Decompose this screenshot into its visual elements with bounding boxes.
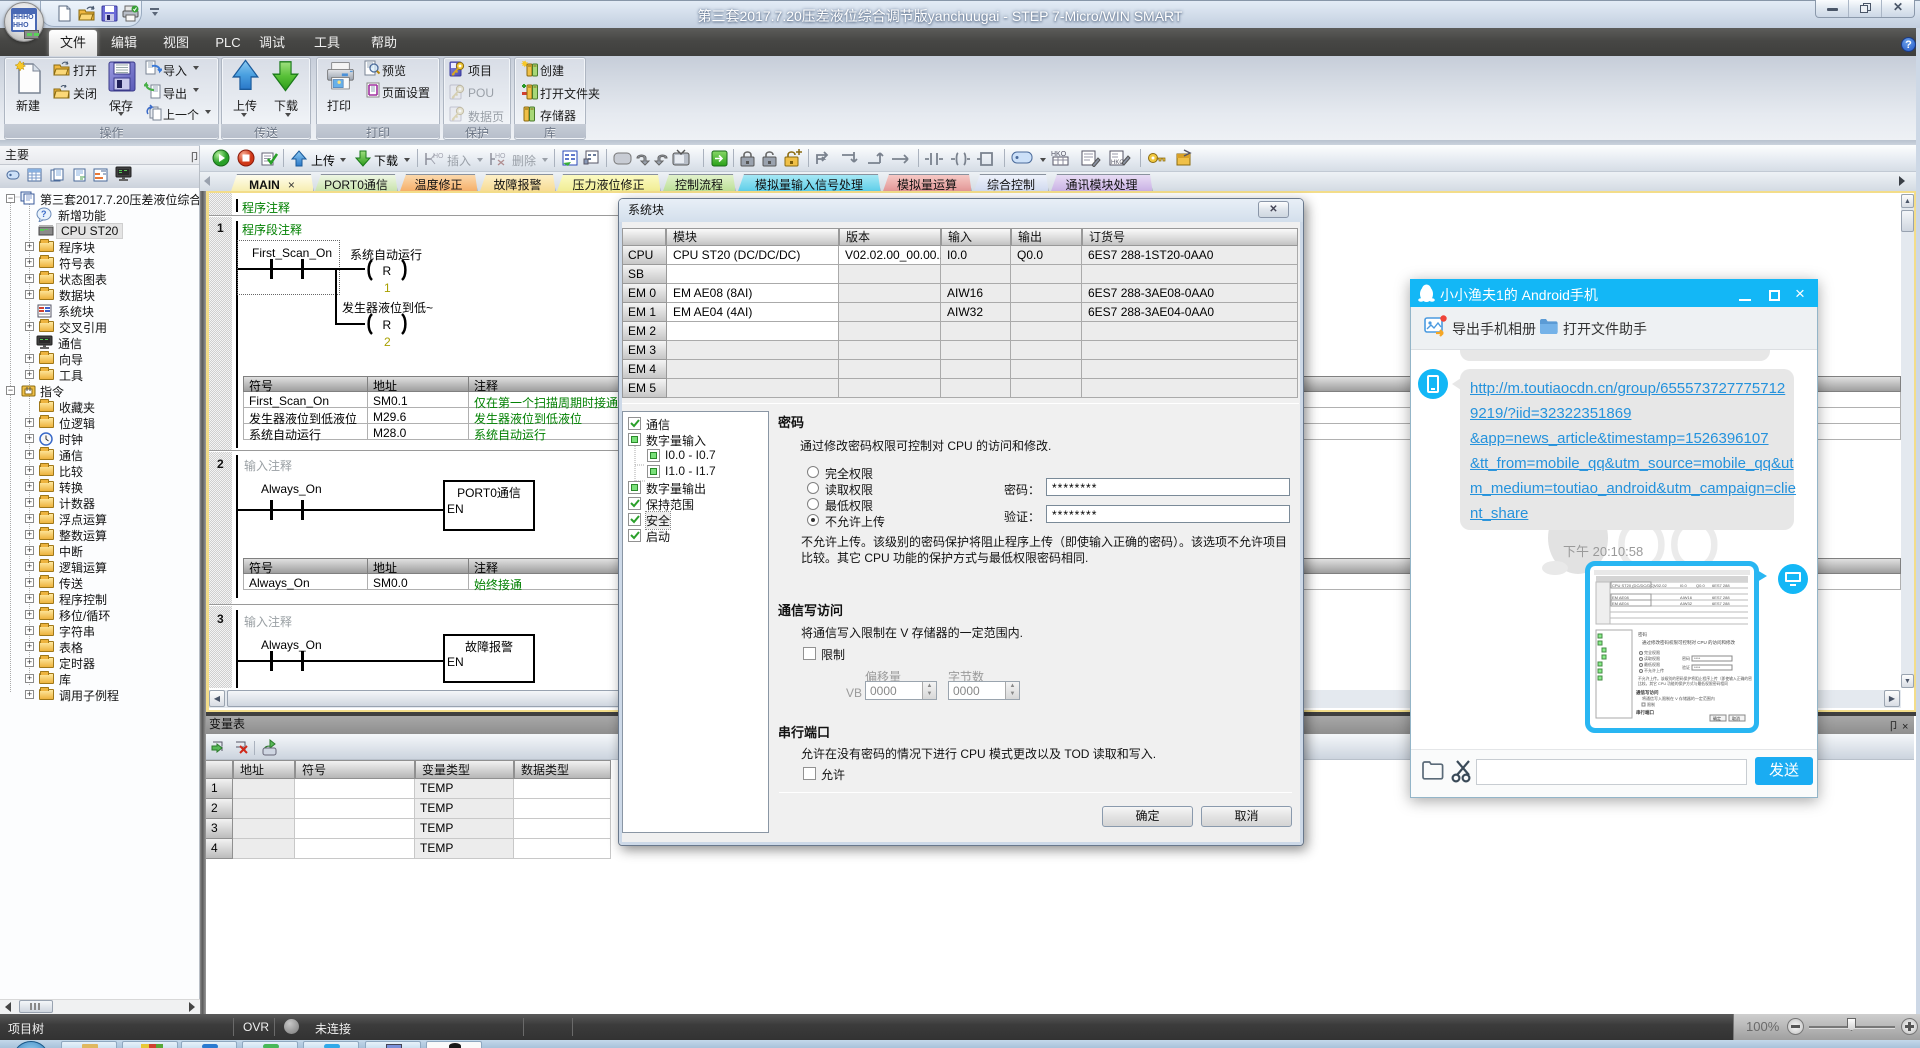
svg-text:不允许上传: 不允许上传 xyxy=(1644,667,1664,673)
svg-text:6ES7 288: 6ES7 288 xyxy=(1712,601,1730,606)
svg-text:V02.02: V02.02 xyxy=(1654,583,1667,588)
svg-text:限制: 限制 xyxy=(1647,701,1655,707)
svg-text:取消: 取消 xyxy=(1732,715,1740,721)
svg-text:EM AE04: EM AE04 xyxy=(1612,601,1629,606)
svg-text:CPU ST20 (DC/DC/DC): CPU ST20 (DC/DC/DC) xyxy=(1612,583,1655,588)
svg-text:****: **** xyxy=(1694,665,1701,670)
svg-text:R: R xyxy=(383,318,392,332)
svg-text:6ES7 288: 6ES7 288 xyxy=(1712,595,1730,600)
svg-text:?: ? xyxy=(41,209,47,219)
svg-text:AIW32: AIW32 xyxy=(1680,601,1693,606)
svg-text:****: **** xyxy=(1694,656,1701,661)
svg-text:HO: HO xyxy=(433,153,444,160)
svg-text:6ES7 288: 6ES7 288 xyxy=(1712,583,1730,588)
svg-text:确定: 确定 xyxy=(1713,715,1721,721)
svg-text:AIW16: AIW16 xyxy=(1680,595,1693,600)
svg-text:读取权限: 读取权限 xyxy=(1644,655,1660,661)
svg-text:完全权限: 完全权限 xyxy=(1644,649,1660,655)
svg-text:验证: 验证 xyxy=(1682,664,1690,670)
svg-text:最低权限: 最低权限 xyxy=(1644,661,1660,667)
svg-text:EM AE08: EM AE08 xyxy=(1612,595,1629,600)
svg-text:密码: 密码 xyxy=(1638,631,1647,638)
svg-text:不允许上传。该级别的密码保护将阻止程序上传（即使输入正确的密: 不允许上传。该级别的密码保护将阻止程序上传（即使输入正确的密码） xyxy=(1638,676,1752,681)
svg-text:I0.0: I0.0 xyxy=(1680,583,1687,588)
svg-text:HO: HO xyxy=(495,153,506,160)
svg-text:R: R xyxy=(383,264,392,278)
svg-text:通信写访问: 通信写访问 xyxy=(1636,689,1659,696)
svg-text:密码: 密码 xyxy=(1682,655,1690,661)
svg-text:比较。其它 CPU 功能的保护方式与最低权限密码相同: 比较。其它 CPU 功能的保护方式与最低权限密码相同 xyxy=(1638,681,1728,686)
svg-text:Q0.0: Q0.0 xyxy=(1696,583,1705,588)
svg-text:将通信写入限制在 V 存储器的一定范围内: 将通信写入限制在 V 存储器的一定范围内 xyxy=(1642,695,1715,701)
svg-text:串行端口: 串行端口 xyxy=(1636,709,1654,716)
svg-text:通过修改密码权限可控制对 CPU 的访问和修改: 通过修改密码权限可控制对 CPU 的访问和修改 xyxy=(1642,639,1735,646)
